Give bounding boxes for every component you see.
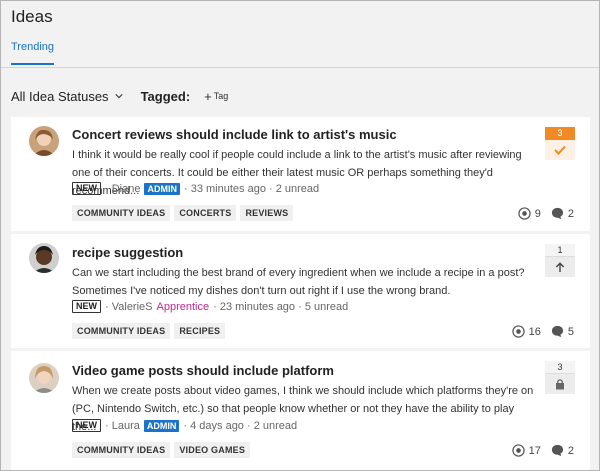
tag-list: COMMUNITY IDEAS RECIPES xyxy=(72,323,229,339)
tab-bar: Trending xyxy=(1,33,599,68)
role-badge: ADMIN xyxy=(144,182,180,195)
tag-chip[interactable]: COMMUNITY IDEAS xyxy=(72,205,171,221)
vote-widget[interactable]: 3 xyxy=(545,127,575,160)
comments-stat[interactable]: 2 xyxy=(551,207,574,220)
author-name[interactable]: ValerieS xyxy=(112,301,153,313)
meta-separator: · xyxy=(265,182,276,195)
comments-count: 5 xyxy=(567,325,574,338)
meta-separator: · xyxy=(183,182,191,195)
views-count: 16 xyxy=(528,325,541,338)
vote-count: 3 xyxy=(545,127,575,140)
new-badge: NEW xyxy=(72,300,101,313)
plus-icon: + xyxy=(204,88,212,104)
idea-excerpt: Can we start including the best brand of… xyxy=(72,267,525,297)
vote-count: 3 xyxy=(545,361,575,374)
tag-chip[interactable]: COMMUNITY IDEAS xyxy=(72,323,171,339)
meta-separator: · xyxy=(295,300,305,313)
avatar[interactable] xyxy=(29,243,59,273)
meta-separator: · xyxy=(105,419,112,432)
avatar[interactable] xyxy=(29,363,59,393)
idea-meta: NEW · ValerieS Apprentice · 23 minutes a… xyxy=(72,300,348,313)
views-icon xyxy=(518,207,531,220)
checkmark-icon xyxy=(545,140,575,160)
views-count: 17 xyxy=(528,444,541,457)
idea-meta: NEW · Laura ADMIN · 4 days ago · 2 unrea… xyxy=(72,419,297,432)
views-icon xyxy=(511,325,525,338)
vote-count: 1 xyxy=(545,244,575,257)
comments-count: 2 xyxy=(567,207,574,220)
arrow-up-icon xyxy=(545,257,575,277)
tag-list: COMMUNITY IDEAS CONCERTS REVIEWS xyxy=(72,205,297,221)
role-label: Apprentice xyxy=(156,300,210,313)
unread-count[interactable]: 5 unread xyxy=(305,301,348,313)
add-tag-button[interactable]: + Tag xyxy=(204,90,228,103)
views-stat: 9 xyxy=(518,207,541,220)
views-count: 9 xyxy=(534,207,541,220)
views-icon xyxy=(511,444,525,457)
idea-stats: 17 2 xyxy=(502,444,574,457)
vote-widget[interactable]: 1 xyxy=(545,244,575,277)
idea-meta: NEW · Diane ADMIN · 33 minutes ago · 2 u… xyxy=(72,182,319,195)
author-name[interactable]: Laura xyxy=(112,420,140,432)
status-filter-dropdown[interactable]: All Idea Statuses xyxy=(11,89,123,104)
tag-chip[interactable]: RECIPES xyxy=(174,323,226,339)
tag-chip[interactable]: CONCERTS xyxy=(174,205,237,221)
tagged-label: Tagged: xyxy=(140,88,191,104)
idea-stats: 9 2 xyxy=(508,207,574,220)
idea-card: Concert reviews should include link to a… xyxy=(11,117,590,231)
tag-list: COMMUNITY IDEAS VIDEO GAMES xyxy=(72,442,254,458)
idea-title[interactable]: recipe suggestion xyxy=(72,245,183,260)
filter-bar: All Idea Statuses Tagged: + Tag xyxy=(11,88,228,104)
comment-icon xyxy=(551,444,563,457)
post-time: 33 minutes ago xyxy=(190,182,266,195)
vote-widget: 3 xyxy=(545,361,575,394)
meta-separator: · xyxy=(183,419,191,432)
meta-separator: · xyxy=(213,300,220,313)
comments-count: 2 xyxy=(567,444,574,457)
idea-card: Video game posts should include platform… xyxy=(11,351,590,470)
tab-trending[interactable]: Trending xyxy=(11,41,55,65)
role-badge: ADMIN xyxy=(143,419,180,432)
page-title: Ideas xyxy=(11,7,53,26)
lock-icon xyxy=(545,374,575,394)
author-name[interactable]: Diane xyxy=(112,183,141,195)
avatar[interactable] xyxy=(29,126,59,156)
status-filter-label: All Idea Statuses xyxy=(11,88,109,104)
comment-icon xyxy=(551,207,563,220)
tag-chip[interactable]: REVIEWS xyxy=(240,205,294,221)
meta-separator: · xyxy=(105,300,112,313)
tag-chip[interactable]: COMMUNITY IDEAS xyxy=(72,442,171,458)
idea-stats: 16 5 xyxy=(502,325,574,338)
comments-stat[interactable]: 5 xyxy=(551,325,574,338)
comment-icon xyxy=(551,325,563,338)
idea-title[interactable]: Concert reviews should include link to a… xyxy=(72,127,397,142)
unread-count[interactable]: 2 unread xyxy=(276,183,319,195)
chevron-down-icon xyxy=(114,94,123,99)
idea-card: recipe suggestion Can we start including… xyxy=(11,234,590,348)
meta-separator: · xyxy=(243,419,254,432)
new-badge: NEW xyxy=(72,182,101,195)
unread-count[interactable]: 2 unread xyxy=(254,420,297,432)
comments-stat[interactable]: 2 xyxy=(551,444,574,457)
idea-title[interactable]: Video game posts should include platform xyxy=(72,363,334,378)
views-stat: 17 xyxy=(511,444,541,457)
post-time: 23 minutes ago xyxy=(219,300,296,313)
add-tag-label: Tag xyxy=(213,91,229,101)
new-badge: NEW xyxy=(72,419,101,432)
post-time: 4 days ago xyxy=(190,419,244,432)
ideas-page: Ideas Trending All Idea Statuses Tagged:… xyxy=(0,0,600,471)
views-stat: 16 xyxy=(511,325,541,338)
tag-chip[interactable]: VIDEO GAMES xyxy=(174,442,251,458)
meta-separator: · xyxy=(105,182,112,195)
